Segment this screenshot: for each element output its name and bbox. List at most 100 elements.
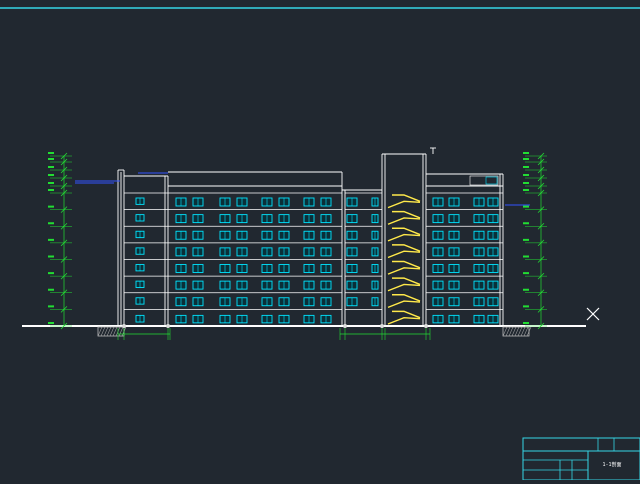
window <box>175 264 187 273</box>
window <box>236 247 248 257</box>
window <box>448 214 460 224</box>
window <box>487 314 499 324</box>
window <box>278 214 290 224</box>
window <box>303 230 315 240</box>
window <box>473 230 485 240</box>
window <box>236 297 248 307</box>
window-grid <box>135 197 499 324</box>
window <box>135 280 145 288</box>
window <box>487 264 499 273</box>
window <box>371 264 379 273</box>
level-text-mark <box>48 222 54 225</box>
window <box>303 214 315 224</box>
stair-flight <box>392 260 421 269</box>
level-text-mark <box>48 166 54 168</box>
window <box>473 264 485 273</box>
column-marker <box>424 324 428 328</box>
foundation-left <box>97 326 127 337</box>
cad-drawing-area[interactable]: 1-1剖面 <box>0 0 640 481</box>
window <box>261 280 273 290</box>
window <box>261 264 273 273</box>
level-text-mark <box>523 288 529 291</box>
window <box>192 230 204 240</box>
window <box>219 280 231 290</box>
stair-flight <box>387 316 421 325</box>
window <box>303 247 315 257</box>
window <box>346 197 358 207</box>
level-text-mark <box>523 189 529 191</box>
window <box>175 230 187 240</box>
window <box>303 314 315 324</box>
window <box>371 214 379 224</box>
window <box>432 197 444 207</box>
window <box>346 280 358 290</box>
window <box>473 297 485 307</box>
window <box>487 297 499 307</box>
stair-flight <box>392 294 421 302</box>
window <box>261 247 273 257</box>
window <box>371 297 379 307</box>
window <box>432 230 444 240</box>
window <box>487 230 499 240</box>
window <box>371 197 379 207</box>
window <box>219 247 231 257</box>
window <box>236 314 248 324</box>
level-text-mark <box>48 272 54 275</box>
window <box>303 297 315 307</box>
close-icon[interactable] <box>586 307 600 321</box>
window <box>192 314 204 324</box>
window <box>175 314 187 324</box>
stair-flight <box>392 277 421 286</box>
stair-flight <box>387 217 421 225</box>
level-text-mark <box>48 238 54 241</box>
window <box>192 214 204 224</box>
window <box>448 230 460 240</box>
foundation-right <box>502 326 532 337</box>
window <box>135 230 145 239</box>
stair-flight <box>387 200 421 209</box>
window <box>175 214 187 224</box>
window <box>487 197 499 207</box>
window <box>303 264 315 273</box>
window <box>473 280 485 290</box>
stair-flight <box>387 300 421 309</box>
window <box>432 264 444 273</box>
stair-flight <box>387 267 421 275</box>
window <box>320 297 332 307</box>
window <box>236 280 248 290</box>
window <box>473 314 485 324</box>
window <box>473 197 485 207</box>
level-text-mark <box>48 322 54 324</box>
window <box>346 247 358 257</box>
window <box>320 247 332 257</box>
section-drawing: 1-1剖面 <box>0 7 640 481</box>
elevation-dimensions-left <box>48 152 72 330</box>
window <box>261 230 273 240</box>
level-text-mark <box>48 158 54 160</box>
window <box>320 197 332 207</box>
window <box>371 230 379 240</box>
window <box>261 197 273 207</box>
sheet-label: 1-1剖面 <box>602 461 621 468</box>
window <box>135 314 145 323</box>
window <box>175 297 187 307</box>
window <box>135 197 145 205</box>
window <box>432 314 444 324</box>
window <box>448 280 460 290</box>
level-text-mark <box>523 305 529 308</box>
level-text-mark <box>523 272 529 275</box>
stair-flight <box>387 250 421 259</box>
window <box>219 264 231 273</box>
stair-flight <box>392 227 421 236</box>
window <box>487 214 499 224</box>
level-text-mark <box>523 182 529 184</box>
window <box>487 247 499 257</box>
level-text-mark <box>48 305 54 308</box>
window <box>303 197 315 207</box>
level-text-mark <box>523 152 529 154</box>
window <box>192 297 204 307</box>
window <box>192 264 204 273</box>
window <box>278 247 290 257</box>
stair-flight <box>387 233 421 242</box>
window <box>135 247 145 255</box>
